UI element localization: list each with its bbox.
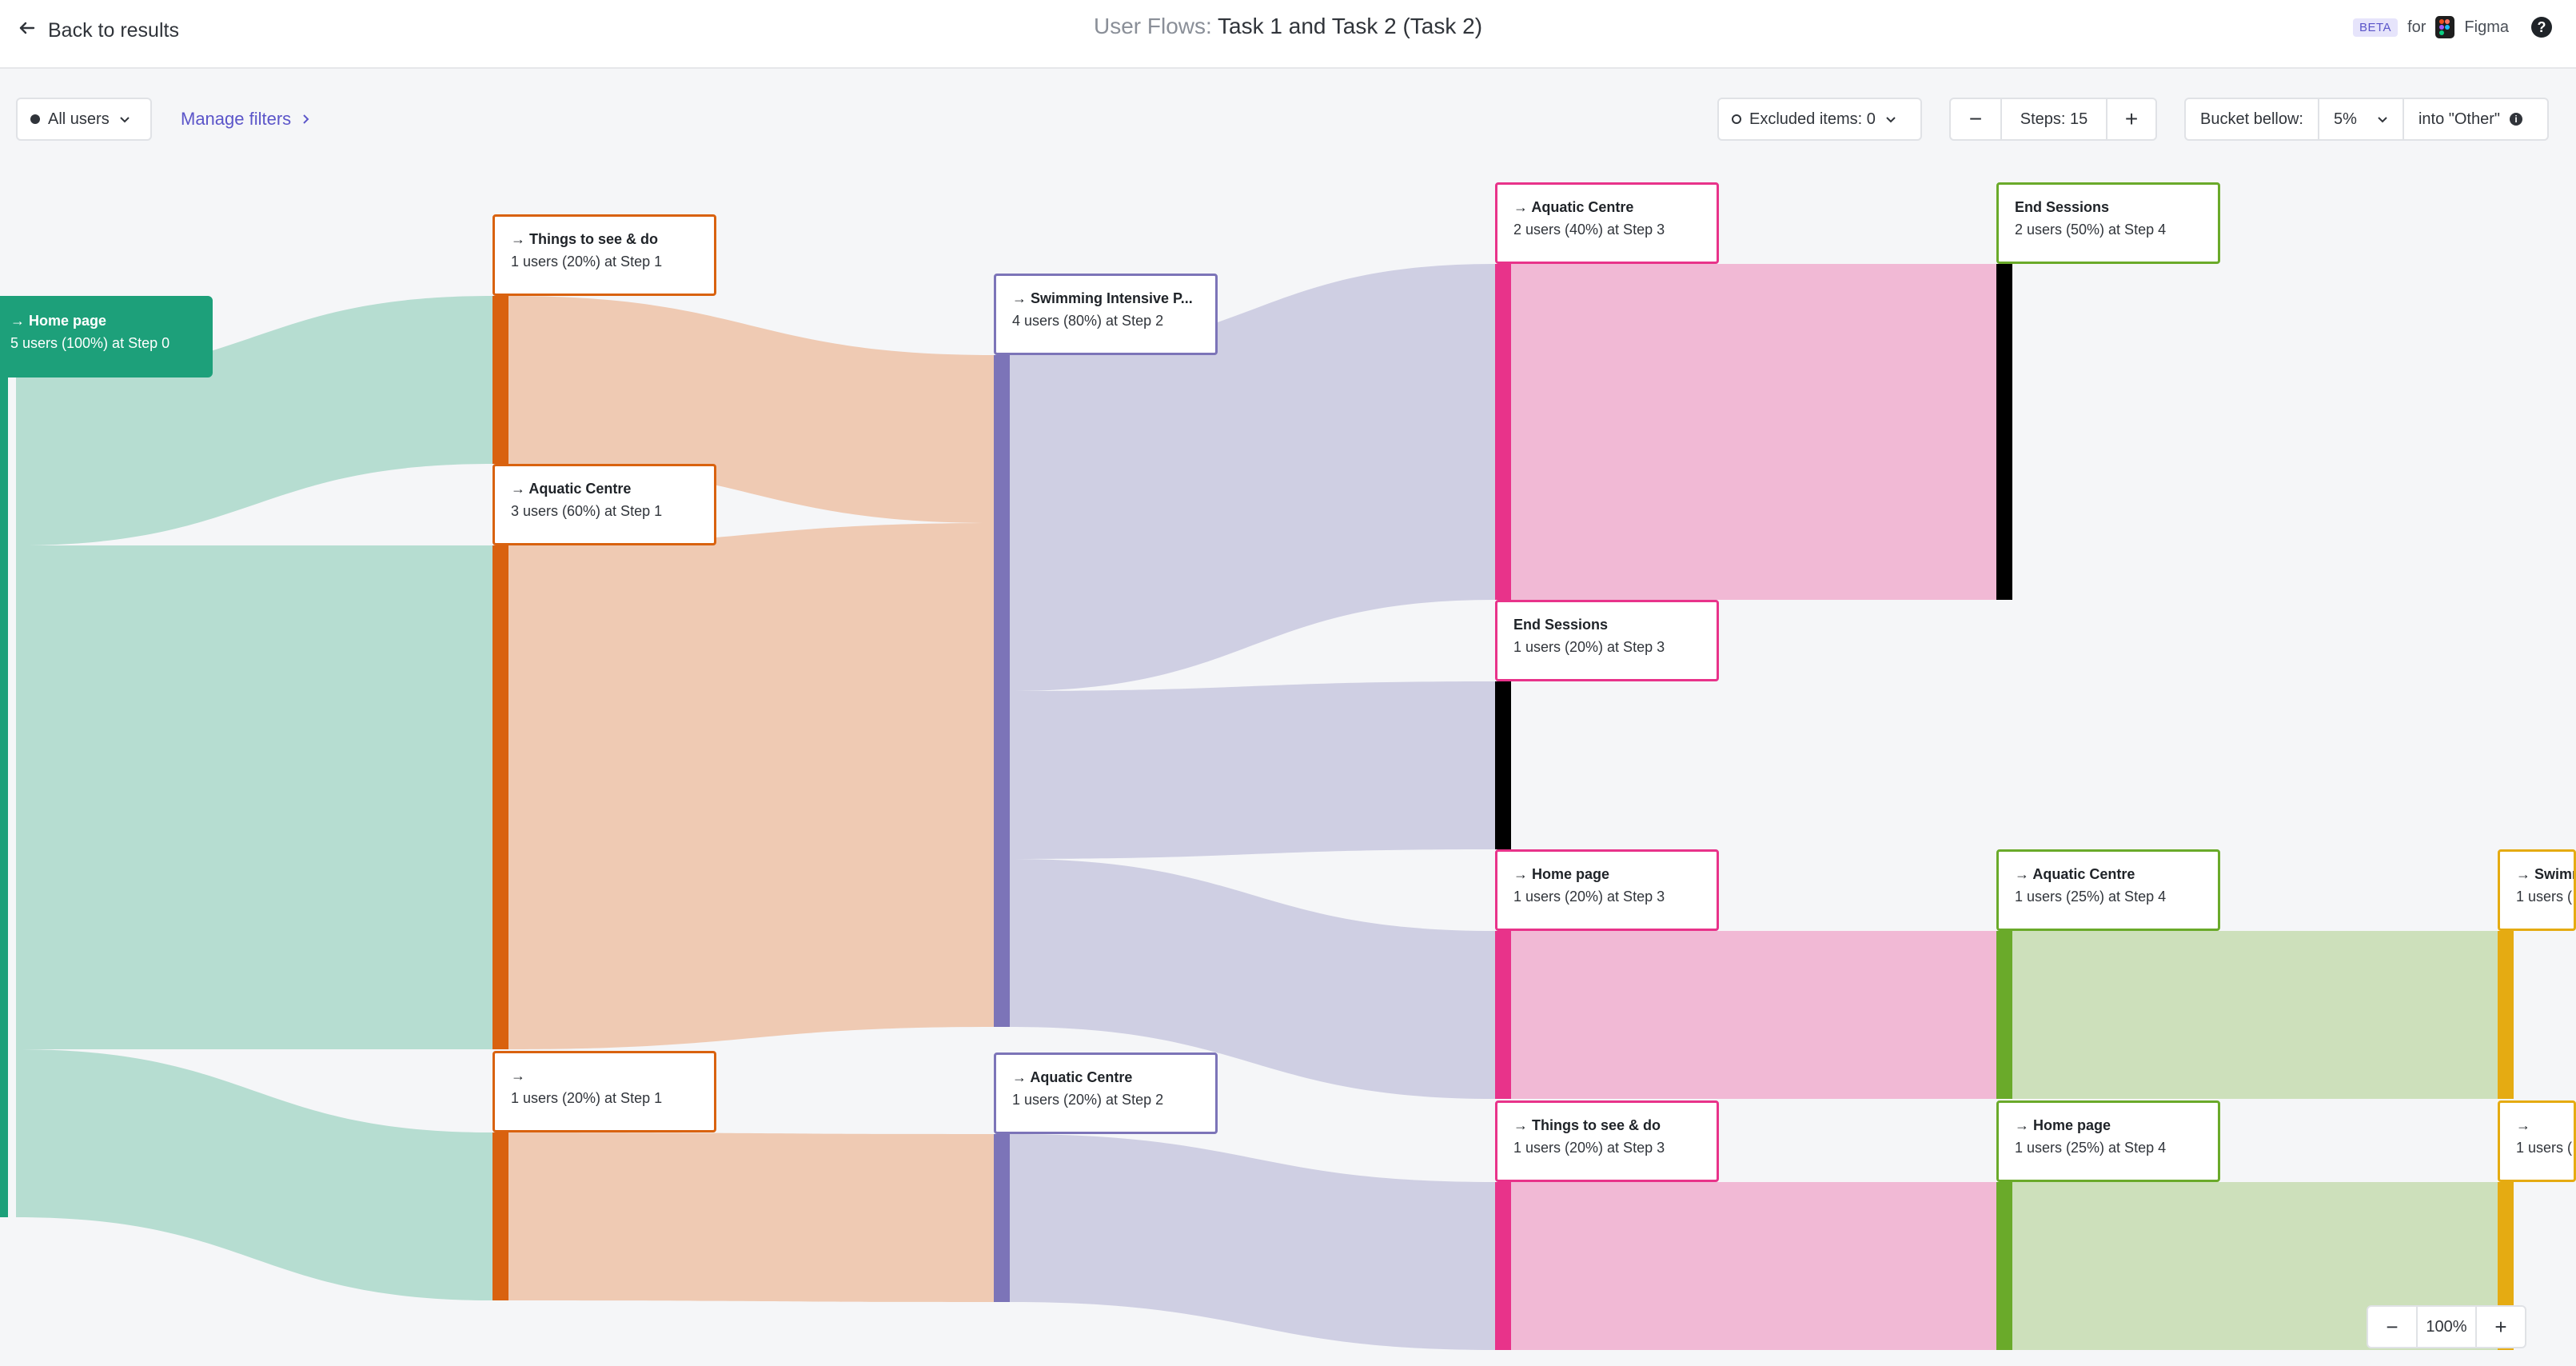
flow-node-card[interactable]: → 1 users ( <box>2498 1100 2576 1182</box>
zoom-control: − 100% + <box>2367 1305 2526 1348</box>
flow-link[interactable] <box>508 1132 994 1302</box>
flow-node-bar[interactable] <box>994 355 1010 1027</box>
flow-node-subtitle: 1 users (20%) at Step 1 <box>511 254 663 270</box>
flow-node-bar[interactable] <box>1495 1182 1511 1350</box>
flow-node-card[interactable]: → Swimm 1 users ( <box>2498 849 2576 931</box>
flow-link[interactable] <box>16 545 492 1049</box>
flow-node-title-text: Home page <box>29 313 107 329</box>
flow-node-title: → Aquatic Centre <box>1012 1066 1215 1088</box>
flow-node-bar[interactable] <box>994 1134 1010 1302</box>
flow-node-subtitle: 1 users (20%) at Step 3 <box>1513 1140 1665 1156</box>
flow-node-card[interactable]: → Aquatic Centre 3 users (60%) at Step 1 <box>492 464 716 545</box>
flow-node-card[interactable]: → Things to see & do 1 users (20%) at Ste… <box>1495 1100 1719 1182</box>
flow-node-title-text: Things to see & do <box>529 231 659 247</box>
flow-node-card[interactable]: → Aquatic Centre 2 users (40%) at Step 3 <box>1495 182 1719 264</box>
flow-node-title-text: Things to see & do <box>1532 1117 1661 1133</box>
flow-node-card[interactable]: → Things to see & do 1 users (20%) at Ste… <box>492 214 716 296</box>
arrow-right-icon: → <box>511 231 530 247</box>
flow-node-subtitle: 1 users (20%) at Step 1 <box>511 1090 663 1106</box>
arrow-right-icon: → <box>1012 1069 1031 1085</box>
flow-node-card[interactable]: → Aquatic Centre 1 users (20%) at Step 2 <box>994 1052 1218 1134</box>
flow-node-bar[interactable] <box>492 296 508 464</box>
flow-node-title: → <box>511 1064 714 1087</box>
flow-node-bar[interactable] <box>1996 264 2012 600</box>
flow-node-title: → Home page <box>1513 863 1717 885</box>
flow-node-bar[interactable] <box>492 1132 508 1300</box>
flow-node-bar[interactable] <box>1495 681 1511 849</box>
flow-node-subtitle: 1 users ( <box>2516 889 2573 905</box>
arrow-right-icon: → <box>2015 866 2033 882</box>
flow-node-title: → Aquatic Centre <box>2015 863 2218 885</box>
zoom-in-button[interactable]: + <box>2477 1307 2525 1347</box>
flow-node-title-text: Aquatic Centre <box>1030 1069 1133 1085</box>
flow-node-card[interactable]: → Swimming Intensive P... 4 users (80%) a… <box>994 274 1218 355</box>
arrow-right-icon: → <box>511 481 529 497</box>
flow-node-subtitle: 1 users (20%) at Step 2 <box>1012 1092 1164 1108</box>
flow-node-title-text: Swimm <box>2534 866 2574 882</box>
flow-node-card[interactable]: End Sessions 2 users (50%) at Step 4 <box>1996 182 2220 264</box>
flow-link[interactable] <box>508 523 994 1049</box>
flow-node-subtitle: 4 users (80%) at Step 2 <box>1012 313 1164 329</box>
flow-node-title-text: Swimming Intensive P... <box>1031 290 1193 306</box>
flow-node-bar[interactable] <box>1996 931 2012 1099</box>
flow-node-subtitle: 1 users (20%) at Step 3 <box>1513 639 1665 655</box>
flow-node-bar[interactable] <box>1996 1182 2012 1350</box>
arrow-right-icon: → <box>1513 199 1532 215</box>
flow-node-subtitle: 5 users (100%) at Step 0 <box>10 335 170 351</box>
flow-link[interactable] <box>1010 1134 1495 1350</box>
flow-link[interactable] <box>16 1049 492 1300</box>
flow-node-subtitle: 1 users (25%) at Step 4 <box>2015 1140 2167 1156</box>
arrow-right-icon: → <box>2516 866 2535 882</box>
flow-node-title-text: Aquatic Centre <box>2032 866 2135 882</box>
arrow-right-icon: → <box>2516 1117 2530 1133</box>
flow-node-title-text: End Sessions <box>2015 199 2110 215</box>
flow-node-card[interactable]: End Sessions 1 users (20%) at Step 3 <box>1495 600 1719 681</box>
flow-node-subtitle: 1 users ( <box>2516 1140 2573 1156</box>
zoom-value: 100% <box>2416 1307 2477 1347</box>
flow-link[interactable] <box>1511 931 1996 1099</box>
flow-node-title-text: Aquatic Centre <box>1531 199 1634 215</box>
arrow-right-icon: → <box>10 313 30 329</box>
flow-node-subtitle: 2 users (40%) at Step 3 <box>1513 222 1665 238</box>
flow-node-title: → <box>2516 1114 2574 1136</box>
flow-node-bar[interactable] <box>1495 931 1511 1099</box>
flow-node-bar[interactable] <box>492 545 508 1049</box>
flow-node-title-text: Aquatic Centre <box>528 481 632 497</box>
arrow-right-icon: → <box>1513 866 1533 882</box>
flow-link[interactable] <box>1511 264 1996 600</box>
flow-node-subtitle: 2 users (50%) at Step 4 <box>2015 222 2167 238</box>
flow-node-card[interactable]: → Home page 5 users (100%) at Step 0 <box>0 296 213 377</box>
arrow-right-icon: → <box>2015 1117 2034 1133</box>
arrow-right-icon: → <box>1513 1117 1533 1133</box>
flow-node-title: → Things to see & do <box>1513 1114 1717 1136</box>
flow-node-subtitle: 1 users (20%) at Step 3 <box>1513 889 1665 905</box>
flow-node-title-text: End Sessions <box>1513 617 1609 633</box>
flow-node-title: End Sessions <box>2015 196 2218 218</box>
flow-node-title-text: Home page <box>1532 866 1610 882</box>
flow-node-card[interactable]: → Home page 1 users (25%) at Step 4 <box>1996 1100 2220 1182</box>
flow-node-bar[interactable] <box>2498 931 2514 1099</box>
flow-node-subtitle: 3 users (60%) at Step 1 <box>511 503 663 519</box>
flow-node-subtitle: 1 users (25%) at Step 4 <box>2015 889 2167 905</box>
flow-link[interactable] <box>1511 1182 1996 1350</box>
flow-node-title: → Things to see & do <box>511 228 714 250</box>
flow-node-title: → Swimm <box>2516 863 2574 885</box>
flow-node-bar[interactable] <box>0 377 8 1217</box>
flow-node-title: End Sessions <box>1513 613 1717 636</box>
flow-node-title: → Home page <box>2015 1114 2218 1136</box>
flow-node-title: → Aquatic Centre <box>1513 196 1717 218</box>
flow-node-bar[interactable] <box>1495 264 1511 600</box>
flow-node-card[interactable]: → 1 users (20%) at Step 1 <box>492 1051 716 1132</box>
zoom-out-button[interactable]: − <box>2368 1307 2416 1347</box>
arrow-right-icon: → <box>1012 290 1031 306</box>
flow-link[interactable] <box>1010 681 1495 859</box>
flow-link[interactable] <box>2012 931 2498 1099</box>
arrow-right-icon: → <box>511 1068 525 1084</box>
flow-node-title: → Swimming Intensive P... <box>1012 287 1215 310</box>
flow-node-title-text: Home page <box>2033 1117 2111 1133</box>
flow-node-title: → Aquatic Centre <box>511 477 714 500</box>
flow-node-card[interactable]: → Aquatic Centre 1 users (25%) at Step 4 <box>1996 849 2220 931</box>
flow-node-card[interactable]: → Home page 1 users (20%) at Step 3 <box>1495 849 1719 931</box>
flow-node-title: → Home page <box>10 310 210 332</box>
